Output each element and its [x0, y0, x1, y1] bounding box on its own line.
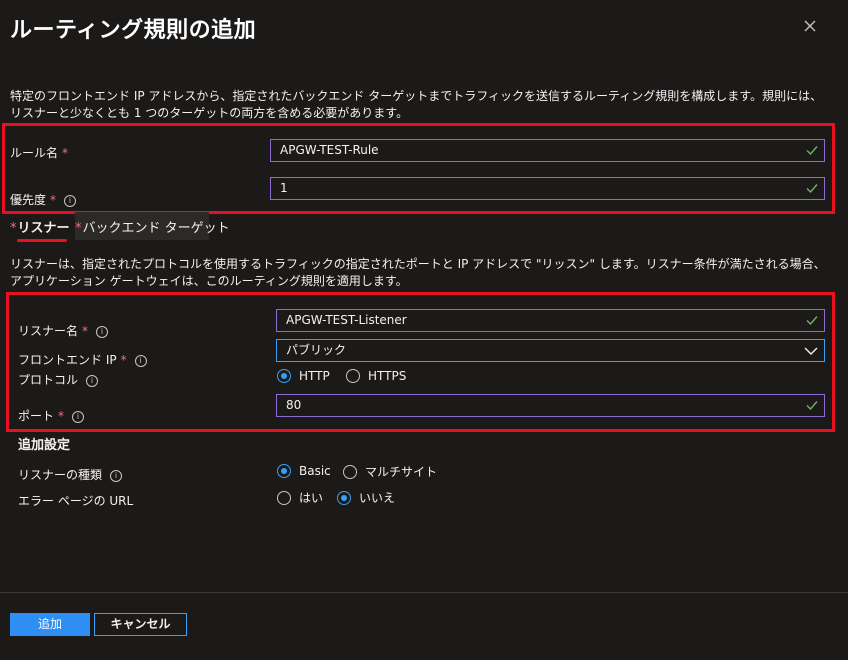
additional-settings-heading: 追加設定	[18, 438, 71, 453]
info-icon[interactable]: i	[110, 469, 123, 482]
active-tab-indicator	[17, 239, 67, 242]
error-page-option-no[interactable]: いいえ	[337, 489, 395, 506]
close-icon[interactable]	[800, 16, 820, 36]
checkmark-icon	[806, 401, 818, 411]
panel-title: ルーティング規則の追加	[10, 18, 257, 43]
frontend-ip-select[interactable]: パブリック	[276, 339, 825, 362]
panel-description: 特定のフロントエンド IP アドレスから、指定されたバックエンド ターゲットまで…	[10, 89, 823, 120]
listener-type-label: リスナーの種類 i	[18, 466, 123, 483]
listener-description: リスナーは、指定されたプロトコルを使用するトラフィックの指定されたポートと IP…	[10, 257, 826, 288]
error-page-option-yes[interactable]: はい	[277, 489, 323, 506]
error-page-url-label: エラー ページの URL	[18, 494, 134, 508]
port-label: ポート * i	[18, 407, 85, 424]
radio-button[interactable]	[277, 490, 291, 505]
checkmark-icon	[806, 184, 818, 194]
highlight-box-rule	[2, 123, 835, 214]
protocol-label: プロトコル i	[18, 371, 99, 388]
rule-name-label: ルール名 *	[10, 146, 69, 160]
radio-button-selected[interactable]	[277, 368, 291, 383]
port-input[interactable]: 80	[276, 394, 825, 417]
tab-backend-target[interactable]: *バックエンド ターゲット	[75, 217, 230, 236]
info-icon[interactable]: i	[72, 410, 85, 423]
info-icon[interactable]: i	[64, 194, 77, 207]
cancel-button[interactable]: キャンセル	[94, 613, 187, 636]
listener-name-input[interactable]: APGW-TEST-Listener	[276, 309, 825, 332]
checkmark-icon	[806, 316, 818, 326]
add-button[interactable]: 追加	[10, 613, 90, 636]
rule-name-input[interactable]: APGW-TEST-Rule	[270, 139, 825, 162]
info-icon[interactable]: i	[86, 374, 99, 387]
priority-label: 優先度 * i	[10, 191, 77, 208]
listener-type-option-basic[interactable]: Basic	[277, 463, 331, 478]
protocol-option-https[interactable]: HTTPS	[346, 368, 406, 383]
checkmark-icon	[806, 146, 818, 156]
radio-button-selected[interactable]	[337, 490, 351, 505]
radio-button[interactable]	[346, 368, 360, 383]
info-icon[interactable]: i	[134, 354, 147, 367]
priority-input[interactable]: 1	[270, 177, 825, 200]
chevron-down-icon	[804, 347, 818, 355]
info-icon[interactable]: i	[96, 325, 109, 338]
radio-button[interactable]	[343, 464, 357, 479]
listener-name-label: リスナー名 * i	[18, 322, 109, 339]
tab-listener[interactable]: *リスナー	[10, 217, 70, 236]
radio-button-selected[interactable]	[277, 463, 291, 478]
listener-type-option-multisite[interactable]: マルチサイト	[343, 463, 437, 480]
protocol-option-http[interactable]: HTTP	[277, 368, 330, 383]
frontend-ip-label: フロントエンド IP * i	[18, 351, 147, 368]
footer-divider	[0, 592, 848, 593]
